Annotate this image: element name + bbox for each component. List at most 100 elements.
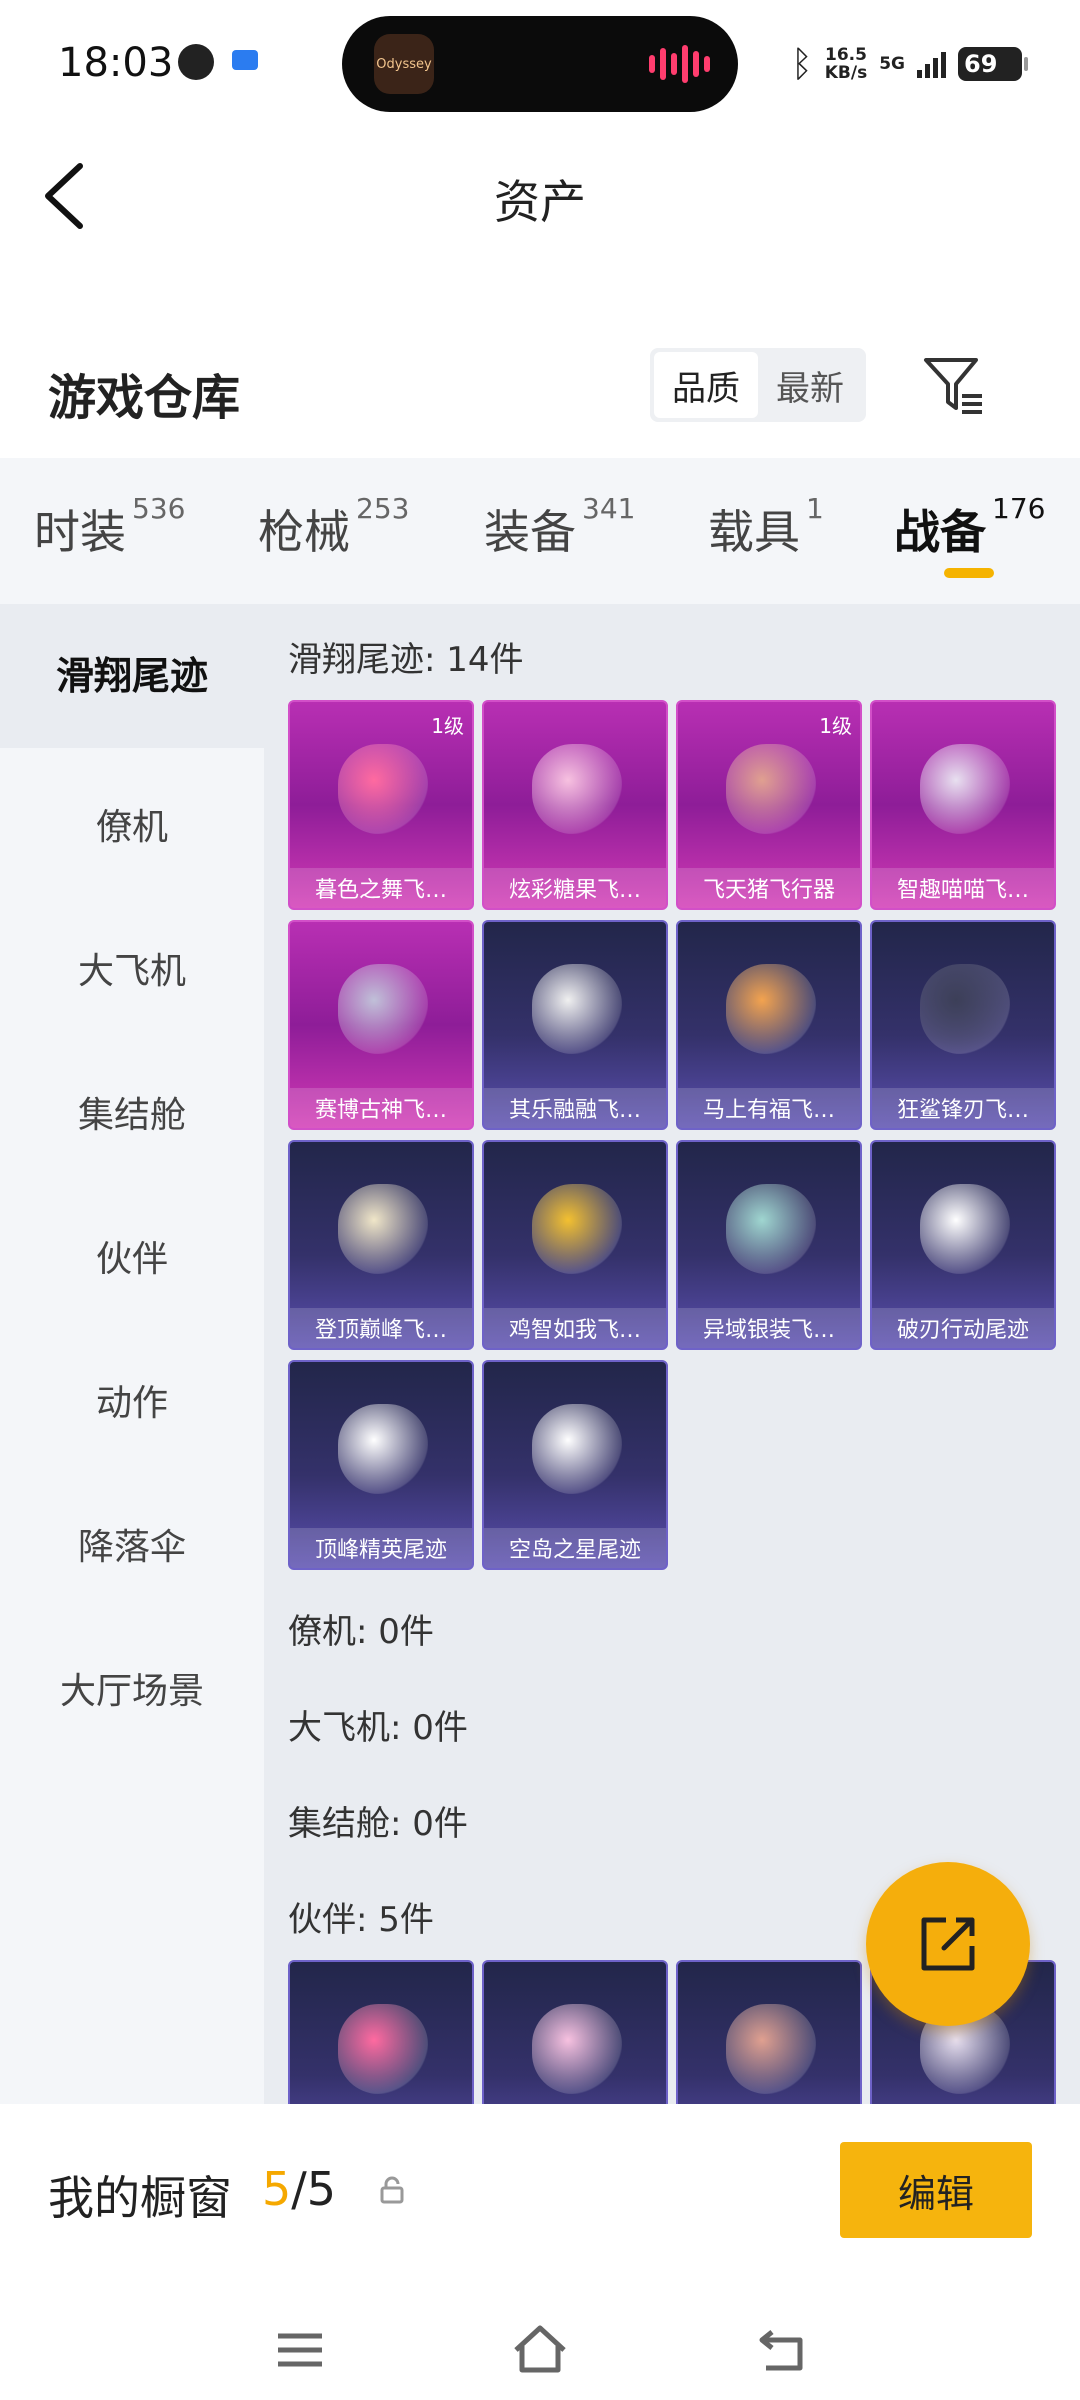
showcase-separator: / <box>291 2162 307 2216</box>
lock-icon <box>380 2176 404 2204</box>
partner-item-art <box>532 2004 622 2094</box>
tab-vehicles[interactable]: 载具 1 <box>708 492 824 562</box>
item-level-badge: 1级 <box>431 714 464 738</box>
filter-icon[interactable] <box>920 352 986 418</box>
glide-item-card[interactable]: 马上有福飞… <box>676 920 862 1130</box>
glide-item-card[interactable]: 异域银装飞… <box>676 1140 862 1350</box>
glide-item-card[interactable]: 狂鲨锋刃飞… <box>870 920 1056 1130</box>
tab-guns[interactable]: 枪械 253 <box>258 492 409 562</box>
glide-item-art <box>726 1184 816 1274</box>
item-name: 狂鲨锋刃飞… <box>872 1088 1054 1128</box>
edit-showcase-button[interactable]: 编辑 <box>840 2142 1032 2238</box>
showcase-count: 5/5 <box>262 2162 336 2216</box>
dynamic-island[interactable]: Odyssey <box>342 16 738 112</box>
sidebar-item-assembly-pod[interactable]: 集结舱 <box>0 1086 264 1138</box>
glide-item-art <box>338 1404 428 1494</box>
tab-active-indicator <box>944 568 994 578</box>
sidebar-item-lobby-scene[interactable]: 大厅场景 <box>0 1662 264 1714</box>
glide-item-card[interactable]: 鸡智如我飞… <box>482 1140 668 1350</box>
item-name: 登顶巅峰飞… <box>290 1308 472 1348</box>
sidebar-item-glide-trail[interactable]: 滑翔尾迹 <box>0 604 264 748</box>
tab-count: 536 <box>132 492 186 525</box>
item-name: 智趣喵喵飞… <box>872 868 1054 908</box>
category-tabs: 时装 536 枪械 253 装备 341 载具 1 战备 176 <box>0 458 1080 604</box>
sidebar-item-action[interactable]: 动作 <box>0 1374 264 1426</box>
status-time: 18:03 <box>58 40 174 86</box>
warehouse-title: 游戏仓库 <box>48 370 241 426</box>
item-level-badge: 1级 <box>819 714 852 738</box>
message-icon <box>232 50 258 70</box>
sidebar-item-parachute[interactable]: 降落伞 <box>0 1518 264 1570</box>
signal-icon <box>917 50 946 78</box>
showcase-current: 5 <box>262 2162 292 2216</box>
glide-item-card[interactable]: 1级暮色之舞飞… <box>288 700 474 910</box>
tab-label: 战备 <box>894 505 986 559</box>
audio-wave-icon <box>649 44 710 84</box>
share-button[interactable] <box>866 1862 1030 2026</box>
section-title-wingman: 僚机: 0件 <box>288 1612 434 1652</box>
net-speed: 16.5 KB/s <box>825 46 867 82</box>
item-name: 赛博古神飞… <box>290 1088 472 1128</box>
battery-icon: 69 <box>958 47 1028 81</box>
net-speed-value: 16.5 <box>824 45 867 65</box>
item-name: 炫彩糖果飞… <box>484 868 666 908</box>
showcase-label: 我的橱窗 <box>48 2171 232 2225</box>
net-speed-unit: KB/s <box>824 63 868 83</box>
tab-fashion[interactable]: 时装 536 <box>34 492 185 562</box>
sidebar-item-partner[interactable]: 伙伴 <box>0 1230 264 1282</box>
glide-item-art <box>920 744 1010 834</box>
bluetooth-icon: ᛒ <box>791 43 813 85</box>
glide-item-card[interactable]: 炫彩糖果飞… <box>482 700 668 910</box>
sidebar-item-wingman[interactable]: 僚机 <box>0 798 264 850</box>
glide-item-art <box>338 744 428 834</box>
glide-item-art <box>920 964 1010 1054</box>
sort-quality-button[interactable]: 品质 <box>654 352 758 418</box>
partner-item-card[interactable] <box>482 1960 668 2104</box>
glide-item-card[interactable]: 空岛之星尾迹 <box>482 1360 668 1570</box>
tab-count: 176 <box>992 492 1046 525</box>
partner-item-card[interactable] <box>676 1960 862 2104</box>
page-title: 资产 <box>494 175 586 229</box>
glide-item-art <box>338 964 428 1054</box>
glide-item-card[interactable]: 顶峰精英尾迹 <box>288 1360 474 1570</box>
tab-equipment[interactable]: 装备 341 <box>484 492 635 562</box>
glide-item-art <box>920 1184 1010 1274</box>
glide-item-art <box>532 1404 622 1494</box>
item-name: 暮色之舞飞… <box>290 868 472 908</box>
sub-category-sidebar: 滑翔尾迹 僚机 大飞机 集结舱 伙伴 动作 降落伞 大厅场景 <box>0 604 264 2104</box>
status-bar: 18:03 Odyssey ᛒ 16.5 KB/s 5G 69 <box>0 0 1080 130</box>
tab-combat-gear[interactable]: 战备 176 <box>894 492 1045 562</box>
glide-item-card[interactable]: 其乐融融飞… <box>482 920 668 1130</box>
glide-item-art <box>532 744 622 834</box>
sidebar-item-big-plane[interactable]: 大飞机 <box>0 942 264 994</box>
island-app-icon: Odyssey <box>374 34 434 94</box>
browser-icon <box>178 44 214 80</box>
tab-count: 253 <box>356 492 410 525</box>
showcase-total: 5 <box>306 2162 337 2216</box>
item-name: 其乐融融飞… <box>484 1088 666 1128</box>
glide-item-card[interactable]: 1级 飞天猪飞行器 <box>676 700 862 910</box>
glide-item-card[interactable]: 智趣喵喵飞… <box>870 700 1056 910</box>
network-type: 5G <box>879 54 905 74</box>
page-header: 资产 <box>0 130 1080 260</box>
tab-label: 时装 <box>34 505 126 559</box>
glide-item-card[interactable]: 破刃行动尾迹 <box>870 1140 1056 1350</box>
item-name: 鸡智如我飞… <box>484 1308 666 1348</box>
glide-item-art <box>726 744 816 834</box>
partner-item-art <box>338 2004 428 2094</box>
partner-item-art <box>726 2004 816 2094</box>
tab-label: 载具 <box>708 505 800 559</box>
home-icon[interactable] <box>510 2320 570 2380</box>
item-name: 马上有福飞… <box>678 1088 860 1128</box>
tab-label: 枪械 <box>258 505 350 559</box>
section-title-partner: 伙伴: 5件 <box>288 1900 434 1940</box>
glide-item-art <box>726 964 816 1054</box>
glide-item-card[interactable]: 赛博古神飞… <box>288 920 474 1130</box>
menu-icon[interactable] <box>270 2320 330 2380</box>
section-title-glide: 滑翔尾迹: 14件 <box>288 640 524 680</box>
partner-item-card[interactable] <box>288 1960 474 2104</box>
glide-item-card[interactable]: 登顶巅峰飞… <box>288 1140 474 1350</box>
glide-item-art <box>532 964 622 1054</box>
back-nav-icon[interactable] <box>752 2320 812 2380</box>
sort-newest-button[interactable]: 最新 <box>758 352 862 418</box>
